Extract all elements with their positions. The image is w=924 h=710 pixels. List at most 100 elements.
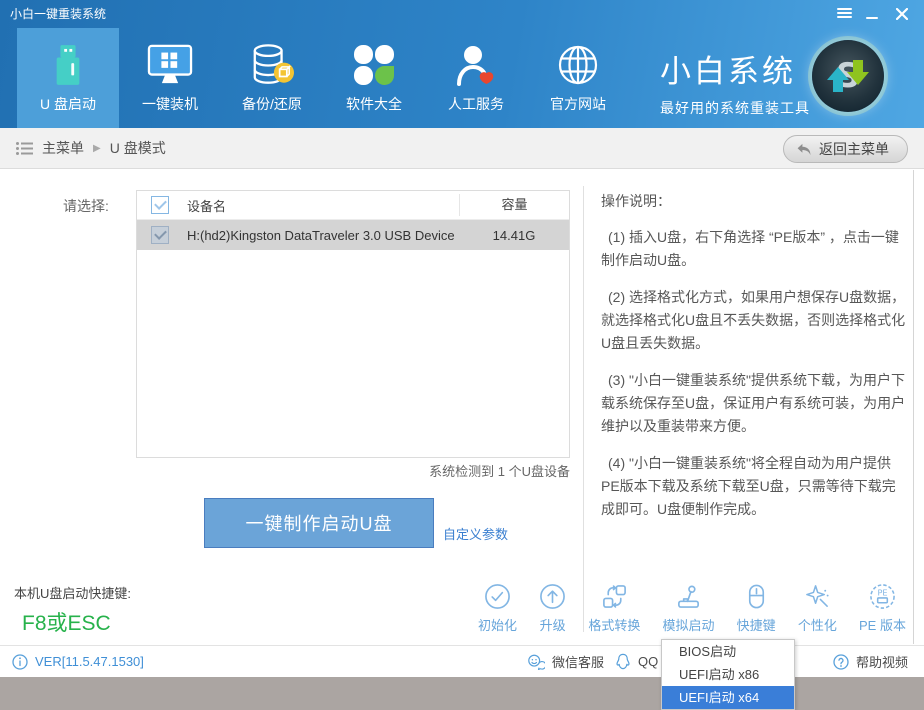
instruction-step: (3) "小白一键重装系统"提供系统下载，为用户下载系统保存至U盘，保证用户有系… <box>601 369 906 438</box>
breadcrumb-current: U 盘模式 <box>110 138 166 158</box>
nav-label: 人工服务 <box>448 94 504 114</box>
back-to-main-menu-button[interactable]: 返回主菜单 <box>783 135 908 163</box>
select-label: 请选择: <box>63 196 109 216</box>
tool-personalize[interactable]: 个性化 <box>798 583 837 634</box>
nav-label: 软件大全 <box>346 94 402 114</box>
svg-text:PE: PE <box>877 588 887 598</box>
tool-label: 个性化 <box>798 615 837 634</box>
nav-one-key-install[interactable]: 一键装机 <box>119 28 221 128</box>
qq-label: QQ <box>638 654 658 669</box>
hotkey-block: 本机U盘启动快捷键: F8或ESC <box>14 583 131 637</box>
header-device-name: 设备名 <box>183 196 459 215</box>
tool-label: PE 版本 <box>859 615 906 634</box>
upgrade-arrow-circle-icon <box>539 583 566 610</box>
hotkey-keys: F8或ESC <box>22 607 131 637</box>
personalize-star-icon <box>804 583 831 610</box>
breadcrumb-bar: 主菜单 ▶ U 盘模式 返回主菜单 <box>0 128 924 169</box>
brand-name: 小白系统 <box>660 46 810 91</box>
nav-usb-boot[interactable]: U 盘启动 <box>17 28 119 128</box>
right-edge-line <box>913 170 914 644</box>
breadcrumb: 主菜单 ▶ U 盘模式 <box>16 128 166 168</box>
tool-label: 模拟启动 <box>663 615 715 634</box>
mouse-icon <box>743 583 770 610</box>
breadcrumb-arrow-icon: ▶ <box>93 143 101 154</box>
wechat-label: 微信客服 <box>552 652 604 671</box>
device-table: 设备名 容量 H:(hd2)Kingston DataTraveler 3.0 … <box>136 190 570 458</box>
title-bar: 小白一键重装系统 <box>0 0 924 28</box>
wechat-support-link[interactable]: 微信客服 <box>527 646 604 677</box>
header-capacity: 容量 <box>459 194 569 216</box>
bottom-toolbar: 初始化 升级 <box>478 583 906 634</box>
detect-status-text: 系统检测到 1 个U盘设备 <box>300 461 570 480</box>
qq-support-link[interactable]: QQ <box>615 646 658 677</box>
breadcrumb-root[interactable]: 主菜单 <box>42 138 84 158</box>
info-icon <box>12 654 28 670</box>
window-menu-button[interactable] <box>834 6 854 22</box>
qq-penguin-icon <box>615 653 631 670</box>
init-check-circle-icon <box>484 583 511 610</box>
tool-initialize[interactable]: 初始化 <box>478 583 517 634</box>
question-icon <box>833 654 849 670</box>
version-info: VER[11.5.47.1530] <box>12 646 144 677</box>
instructions-panel: 操作说明： (1) 插入U盘，右下角选择 “PE版本” ，点击一键制作启动U盘。… <box>601 190 906 535</box>
brand-logo-icon: S <box>812 40 884 112</box>
version-text: VER[11.5.47.1530] <box>35 654 144 669</box>
hotkey-label: 本机U盘启动快捷键: <box>14 583 131 602</box>
monitor-windows-icon <box>147 43 193 87</box>
nav-website[interactable]: 官方网站 <box>527 28 629 128</box>
instruction-step: (4) "小白一键重装系统"将全程自动为用户提供PE版本下载及系统下载至U盘，只… <box>601 452 906 521</box>
popup-item-bios[interactable]: BIOS启动 <box>662 640 794 663</box>
make-boot-usb-button[interactable]: 一键制作启动U盘 <box>204 498 434 548</box>
minimize-button[interactable] <box>862 6 882 22</box>
nav-label: 官方网站 <box>550 94 606 114</box>
help-video-link[interactable]: 帮助视频 <box>833 646 908 677</box>
back-arrow-icon <box>796 143 812 156</box>
top-bar: 小白一键重装系统 U <box>0 0 924 128</box>
custom-params-link[interactable]: 自定义参数 <box>443 524 508 543</box>
menu-list-icon <box>16 142 33 155</box>
window-title: 小白一键重装系统 <box>10 0 106 28</box>
popup-item-uefi-x86[interactable]: UEFI启动 x86 <box>662 663 794 686</box>
software-clover-icon <box>352 43 396 87</box>
select-all-checkbox[interactable] <box>151 196 169 214</box>
nav-support[interactable]: 人工服务 <box>425 28 527 128</box>
instructions-title: 操作说明： <box>601 190 906 213</box>
content-area: 请选择: 设备名 容量 H:(hd2)Kingston DataTraveler… <box>0 169 924 645</box>
boot-mode-popup-menu: BIOS启动 UEFI启动 x86 UEFI启动 x64 <box>661 639 795 710</box>
nav-label: 一键装机 <box>142 94 198 114</box>
brand-slogan: 最好用的系统重装工具 <box>660 98 810 118</box>
pe-version-icon: PE <box>869 583 896 610</box>
device-table-header: 设备名 容量 <box>137 191 569 220</box>
tool-label: 升级 <box>540 615 566 634</box>
app-window: 小白一键重装系统 U <box>0 0 924 677</box>
brand-block: 小白系统 最好用的系统重装工具 <box>660 46 810 118</box>
close-button[interactable] <box>892 6 912 22</box>
instruction-step: (2) 选择格式化方式，如果用户想保存U盘数据，就选择格式化U盘且不丢失数据，否… <box>601 286 906 355</box>
table-row[interactable]: H:(hd2)Kingston DataTraveler 3.0 USB Dev… <box>137 220 569 250</box>
tool-simulate-boot[interactable]: 模拟启动 <box>663 583 715 634</box>
nav-label: 备份/还原 <box>242 94 302 114</box>
instruction-step: (1) 插入U盘，右下角选择 “PE版本” ，点击一键制作启动U盘。 <box>601 226 906 272</box>
popup-item-uefi-x64[interactable]: UEFI启动 x64 <box>662 686 794 709</box>
nav-backup-restore[interactable]: 备份/还原 <box>221 28 323 128</box>
tool-label: 初始化 <box>478 615 517 634</box>
device-capacity: 14.41G <box>459 228 569 243</box>
device-name: H:(hd2)Kingston DataTraveler 3.0 USB Dev… <box>183 228 459 243</box>
tool-label: 快捷键 <box>737 615 776 634</box>
nav-software[interactable]: 软件大全 <box>323 28 425 128</box>
tool-pe-version[interactable]: PE PE 版本 <box>859 583 906 634</box>
help-label: 帮助视频 <box>856 652 908 671</box>
tool-hotkey[interactable]: 快捷键 <box>737 583 776 634</box>
tool-format-convert[interactable]: 格式转换 <box>588 583 640 634</box>
device-checkbox[interactable] <box>151 226 169 244</box>
usb-drive-icon <box>51 43 85 87</box>
wechat-icon <box>527 654 545 670</box>
back-button-label: 返回主菜单 <box>819 139 889 159</box>
website-globe-icon <box>556 43 600 87</box>
support-person-icon <box>454 43 498 87</box>
format-convert-icon <box>601 583 628 610</box>
joystick-icon <box>675 583 702 610</box>
tool-upgrade[interactable]: 升级 <box>539 583 566 634</box>
tool-label: 格式转换 <box>588 615 640 634</box>
nav-label: U 盘启动 <box>40 94 96 114</box>
